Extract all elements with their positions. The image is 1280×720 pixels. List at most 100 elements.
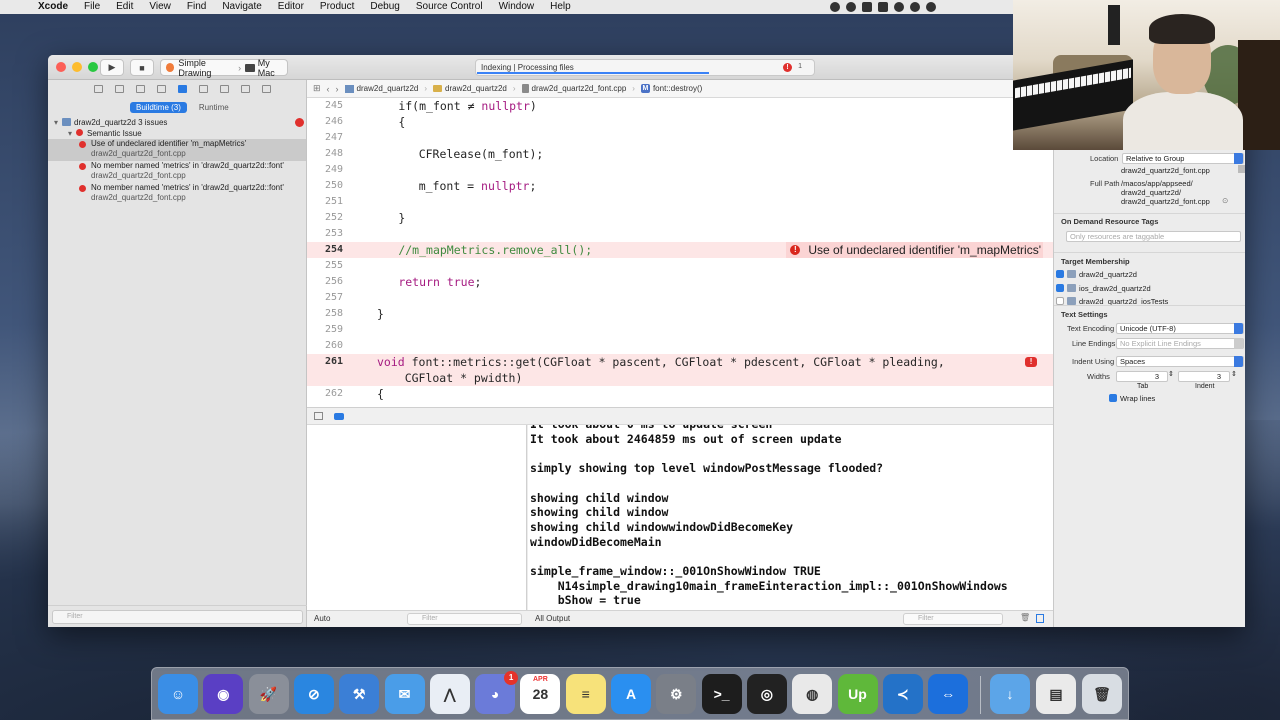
forward-icon[interactable]: ›: [336, 84, 339, 94]
console-filter-input[interactable]: Filter: [903, 613, 1003, 625]
line-endings-popup[interactable]: No Explicit Line Endings: [1116, 338, 1244, 349]
text-encoding-popup[interactable]: Unicode (UTF-8): [1116, 323, 1244, 334]
recent-doc-icon[interactable]: ▤: [1036, 674, 1076, 714]
calendar-status-icon[interactable]: [878, 2, 888, 12]
upwork-status-icon[interactable]: [926, 2, 936, 12]
error-badge-icon[interactable]: !: [1025, 357, 1037, 367]
code-line[interactable]: 260: [307, 338, 1053, 354]
split-view-icon[interactable]: [1036, 614, 1044, 623]
trash-icon[interactable]: 🗑: [1020, 613, 1030, 622]
issue-group-row[interactable]: ▾ Semantic Issue: [48, 128, 306, 139]
dropbox-status-icon[interactable]: [910, 2, 920, 12]
chrome-icon[interactable]: ◍: [792, 674, 833, 714]
error-icon[interactable]: !: [783, 63, 792, 72]
debug-navigator-icon[interactable]: [220, 85, 229, 93]
issue-item[interactable]: Use of undeclared identifier 'm_mapMetri…: [48, 139, 306, 161]
symbol-navigator-icon[interactable]: [136, 85, 145, 93]
folder-icon[interactable]: [1238, 165, 1245, 173]
siri-icon[interactable]: ◉: [203, 674, 244, 714]
issue-navigator-icon[interactable]: [178, 85, 187, 93]
menu-window[interactable]: Window: [491, 0, 543, 14]
tab-width-field[interactable]: 3: [1116, 371, 1168, 382]
obs-icon[interactable]: ◎: [746, 674, 787, 714]
code-line[interactable]: 249: [307, 162, 1053, 178]
checkbox[interactable]: [1056, 283, 1064, 292]
menu-find[interactable]: Find: [179, 0, 214, 14]
code-line[interactable]: 247: [307, 130, 1053, 146]
code-line[interactable]: 262 {: [307, 386, 1053, 402]
finder-icon[interactable]: ☺: [158, 674, 198, 714]
discord-icon[interactable]: ◕ 1: [475, 671, 519, 714]
teamviewer-icon[interactable]: ⇔: [928, 674, 969, 714]
mail-icon[interactable]: ✉: [384, 674, 425, 714]
close-window-button[interactable]: [56, 62, 66, 72]
code-line[interactable]: 252}: [307, 210, 1053, 226]
jumpbar-project[interactable]: draw2d_quartz2d: [344, 84, 418, 93]
inline-error-message[interactable]: ! Use of undeclared identifier 'm_mapMetr…: [786, 242, 1043, 258]
related-items-icon[interactable]: ⊞: [313, 83, 321, 94]
jumpbar-symbol[interactable]: Mfont::destroy(): [640, 84, 702, 93]
trash-icon[interactable]: 🗑: [1082, 674, 1122, 714]
menu-help[interactable]: Help: [542, 0, 579, 14]
code-line[interactable]: 245 if(m_font ≠ nullptr): [307, 98, 1053, 114]
back-icon[interactable]: ‹: [327, 84, 330, 94]
menu-editor[interactable]: Editor: [270, 0, 312, 14]
resource-tags-field[interactable]: Only resources are taggable: [1066, 231, 1241, 242]
code-line[interactable]: 257: [307, 290, 1053, 306]
menu-navigate[interactable]: Navigate: [214, 0, 269, 14]
breakpoints-toggle-icon[interactable]: [334, 413, 344, 420]
downloads-icon[interactable]: ↓: [990, 674, 1030, 714]
project-navigator-icon[interactable]: [94, 85, 103, 93]
app-menu[interactable]: Xcode: [30, 0, 76, 14]
code-line[interactable]: 256 return true;: [307, 274, 1053, 290]
code-line[interactable]: 259: [307, 322, 1053, 338]
code-line[interactable]: 261 void font::metrics::get(CGFloat * pas…: [307, 354, 1053, 386]
variables-filter-input[interactable]: Filter: [407, 613, 522, 625]
checkbox[interactable]: [1056, 270, 1064, 278]
menu-product[interactable]: Product: [312, 0, 362, 14]
launchpad-icon[interactable]: 🚀: [248, 674, 289, 714]
report-navigator-icon[interactable]: [262, 85, 271, 93]
menu-file[interactable]: File: [76, 0, 108, 14]
system-preferences-icon[interactable]: ⚙: [656, 674, 697, 714]
issue-item[interactable]: No member named 'metrics' in 'draw2d_qua…: [48, 183, 306, 205]
target-membership-item[interactable]: ios_draw2d_quartz2d: [1056, 283, 1151, 293]
tab-width-stepper[interactable]: ⇕: [1168, 370, 1174, 378]
menu-debug[interactable]: Debug: [362, 0, 407, 14]
jumpbar-group[interactable]: draw2d_quartz2d: [433, 84, 507, 93]
checkmark-status-icon[interactable]: [830, 2, 840, 12]
settings-status-icon[interactable]: [894, 2, 904, 12]
project-issue-row[interactable]: ▾ draw2d_quartz2d 3 issues: [48, 117, 306, 128]
minimize-window-button[interactable]: [72, 62, 82, 72]
jumpbar-file[interactable]: draw2d_quartz2d_font.cpp: [521, 84, 626, 93]
indent-width-field[interactable]: 3: [1178, 371, 1230, 382]
code-line[interactable]: 251: [307, 194, 1053, 210]
indent-using-popup[interactable]: Spaces: [1116, 356, 1244, 367]
xcode-icon[interactable]: ⚒: [339, 674, 380, 714]
zoom-window-button[interactable]: [88, 62, 98, 72]
code-line[interactable]: 250 m_font = nullptr;: [307, 178, 1053, 194]
menu-view[interactable]: View: [141, 0, 179, 14]
terminal-icon[interactable]: >_: [701, 674, 742, 714]
code-line[interactable]: 248 CFRelease(m_font);: [307, 146, 1053, 162]
code-line[interactable]: 246 {: [307, 114, 1053, 130]
console-output-popup[interactable]: All Output: [535, 614, 570, 623]
issue-item[interactable]: No member named 'metrics' in 'draw2d_qua…: [48, 161, 306, 183]
code-area[interactable]: 245 if(m_font ≠ nullptr) 246 {247 248 CFRelea…: [307, 98, 1053, 407]
variables-scope-popup[interactable]: Auto: [314, 614, 330, 623]
source-control-navigator-icon[interactable]: [115, 85, 124, 93]
indent-width-stepper[interactable]: ⇕: [1231, 370, 1237, 378]
scheme-selector[interactable]: Simple Drawing › My Mac: [160, 58, 288, 78]
tab-runtime[interactable]: Runtime: [193, 102, 235, 113]
console-view[interactable]: It took about 0 ms to update screen It t…: [528, 425, 1053, 627]
app-icon[interactable]: ⋀: [429, 674, 470, 714]
code-line[interactable]: 255: [307, 258, 1053, 274]
app-store-icon[interactable]: A: [611, 674, 651, 714]
breakpoint-navigator-icon[interactable]: [241, 85, 250, 93]
wrap-lines-checkbox[interactable]: Wrap lines: [1109, 394, 1155, 403]
menu-source-control[interactable]: Source Control: [408, 0, 491, 14]
stop-button[interactable]: ■: [130, 59, 154, 76]
safari-icon[interactable]: ⊘: [293, 674, 334, 714]
find-navigator-icon[interactable]: [157, 85, 166, 93]
target-membership-item[interactable]: draw2d_quartz2d: [1056, 270, 1137, 279]
